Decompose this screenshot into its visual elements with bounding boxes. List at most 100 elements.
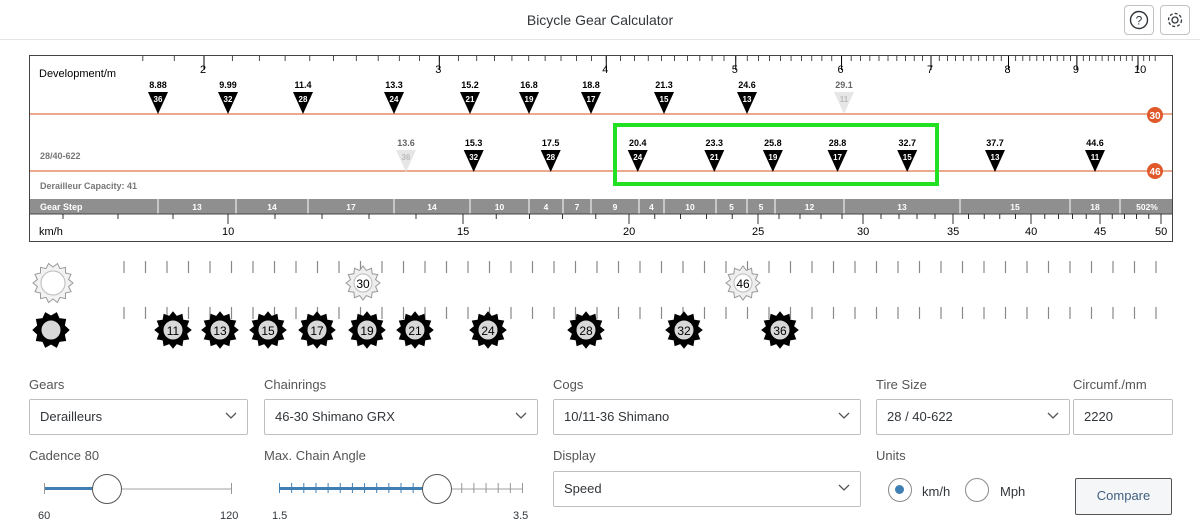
svg-text:21: 21 xyxy=(408,324,422,338)
chainring-gear-icon: 30 xyxy=(345,265,381,301)
circumference-input[interactable]: 2220 xyxy=(1073,399,1173,435)
speed-tick-label: 30 xyxy=(857,226,870,238)
cadence-max: 120 xyxy=(220,510,239,522)
chainrings-value: 46-30 Shimano GRX xyxy=(275,409,395,424)
svg-text:32: 32 xyxy=(677,324,691,338)
chevron-down-icon xyxy=(838,484,850,491)
unit-kmh-radio[interactable] xyxy=(888,478,912,502)
svg-text:24: 24 xyxy=(481,324,495,338)
svg-text:19: 19 xyxy=(360,324,374,338)
chainrings-label: Chainrings xyxy=(264,377,327,392)
gear-cog-label: 36 xyxy=(154,95,163,104)
gear-step-value: 13 xyxy=(192,202,202,212)
help-button[interactable]: ? xyxy=(1124,5,1154,35)
development-axis-label: Development/m xyxy=(39,68,117,80)
cog-gear-icon: 13 xyxy=(201,311,239,349)
gear-step-value: 5 xyxy=(759,202,764,212)
cog-gear-icon: 19 xyxy=(348,311,386,349)
svg-text:15: 15 xyxy=(261,324,275,338)
gear-cog-label: 28 xyxy=(299,95,308,104)
gear-cog-label: 36 xyxy=(402,153,411,162)
derailleur-capacity: Derailleur Capacity: 41 xyxy=(40,181,138,191)
gear-cog-label: 28 xyxy=(546,153,555,162)
development-tick-label: 9 xyxy=(1072,64,1079,76)
gear-step-value: 15 xyxy=(1010,202,1020,212)
chainring-46-badge-label: 46 xyxy=(1149,167,1161,178)
speed-tick-label: 50 xyxy=(1155,226,1168,238)
gear-development-label: 37.7 xyxy=(986,138,1004,148)
gear-cog-label: 17 xyxy=(587,95,596,104)
gear-step-value: 18 xyxy=(1090,202,1100,212)
app-title: Bicycle Gear Calculator xyxy=(526,12,674,28)
unit-kmh-label: km/h xyxy=(922,484,951,499)
development-tick-label: 10 xyxy=(1134,64,1147,76)
svg-text:13: 13 xyxy=(213,324,227,338)
help-icon: ? xyxy=(1129,10,1149,30)
speed-tick-label: 25 xyxy=(752,226,765,238)
gear-step-value: 5 xyxy=(729,202,734,212)
gear-cog-label: 21 xyxy=(466,95,475,104)
gear-step-label: Gear Step xyxy=(40,202,83,212)
gear-development-label: 9.99 xyxy=(219,80,237,90)
cadence-label: Cadence 80 xyxy=(29,448,100,463)
chainrings-select[interactable]: 46-30 Shimano GRX xyxy=(264,399,538,435)
development-tick-label: 8 xyxy=(1004,64,1011,76)
crank-gear-icon xyxy=(32,312,70,348)
gears-value: Derailleurs xyxy=(40,409,103,424)
gear-cog-label: 13 xyxy=(991,153,1000,162)
gear-development-label: 29.1 xyxy=(835,80,853,90)
cadence-slider-handle[interactable] xyxy=(91,474,122,504)
settings-gear-icon xyxy=(1167,12,1183,28)
gear-development-label: 18.8 xyxy=(582,80,600,90)
development-tick-label: 5 xyxy=(731,64,738,76)
chainring-gear-icon: 46 xyxy=(725,265,761,301)
gear-step-value: 10 xyxy=(495,202,505,212)
svg-text:?: ? xyxy=(1136,14,1143,28)
cogs-label: Cogs xyxy=(553,377,584,392)
development-tick-label: 4 xyxy=(602,64,609,76)
gears-label: Gears xyxy=(29,377,65,392)
development-tick-label: 6 xyxy=(837,64,844,76)
svg-text:28: 28 xyxy=(579,324,593,338)
gear-step-value: 10 xyxy=(685,202,695,212)
speed-tick-label: 20 xyxy=(623,226,636,238)
svg-text:46: 46 xyxy=(736,277,750,291)
cadence-tick-max xyxy=(231,483,232,494)
gear-development-label: 24.6 xyxy=(738,80,756,90)
compare-button[interactable]: Compare xyxy=(1075,478,1172,515)
svg-text:36: 36 xyxy=(773,324,787,338)
gear-development-label: 13.3 xyxy=(385,80,403,90)
chain-angle-max: 3.5 xyxy=(513,510,529,522)
gear-step-value: 4 xyxy=(544,202,549,212)
chain-angle-slider-handle[interactable] xyxy=(421,474,452,504)
chainring-30-badge-label: 30 xyxy=(1149,111,1161,122)
gear-development-label: 11.4 xyxy=(294,80,311,90)
cadence-min: 60 xyxy=(38,510,51,522)
gear-step-value: 502% xyxy=(1136,202,1158,212)
tire-size-select[interactable]: 28 / 40-622 xyxy=(876,399,1070,435)
circumference-value: 2220 xyxy=(1084,409,1113,424)
cog-gear-icon: 21 xyxy=(396,311,434,349)
gears-select[interactable]: Derailleurs xyxy=(29,399,248,435)
gear-cog-label: 24 xyxy=(390,95,399,104)
unit-mph-label: Mph xyxy=(1000,484,1026,499)
gear-step-value: 14 xyxy=(427,202,437,212)
chainring-outline-icon xyxy=(32,262,74,304)
gear-cog-label: 15 xyxy=(660,95,669,104)
gear-cog-label: 11 xyxy=(840,95,849,104)
chevron-down-icon xyxy=(1047,412,1059,419)
gear-development-label: 16.8 xyxy=(520,80,538,90)
chain-angle-min: 1.5 xyxy=(272,510,288,522)
speed-tick-label: 40 xyxy=(1025,226,1038,238)
cog-gear-icon: 36 xyxy=(761,311,799,349)
unit-mph-radio[interactable] xyxy=(965,478,989,502)
gear-cog-label: 32 xyxy=(469,153,478,162)
speed-tick-label: 10 xyxy=(222,226,235,238)
display-label: Display xyxy=(553,448,596,463)
gear-development-label: 15.3 xyxy=(465,138,483,148)
drivetrain-visual: 30 46 11 13 15 17 19 21 24 28 32 36 xyxy=(0,250,1200,360)
gear-cog-label: 32 xyxy=(224,95,233,104)
display-select[interactable]: Speed xyxy=(553,471,861,507)
settings-button[interactable] xyxy=(1160,5,1190,35)
cogs-select[interactable]: 10/11-36 Shimano xyxy=(553,399,861,435)
